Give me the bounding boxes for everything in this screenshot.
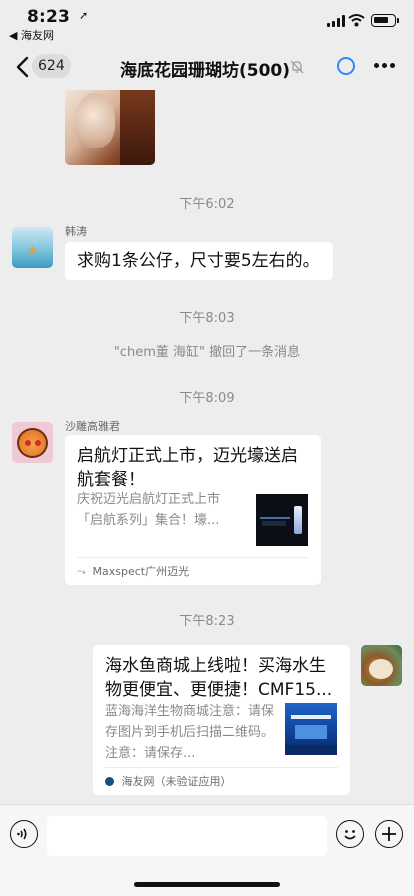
timestamp: 下午8:23 xyxy=(179,614,235,629)
sender-name: 韩涛 xyxy=(65,225,87,238)
timestamp: 下午8:03 xyxy=(179,311,235,326)
card-source: ⤳ Maxspect广州迈光 xyxy=(77,557,309,585)
cartoon-avatar-icon xyxy=(17,428,48,458)
message-text: 求购1条公仔，尺寸要5左右的。 xyxy=(77,251,320,271)
card-thumbnail xyxy=(256,494,308,546)
text-message-bubble[interactable]: 求购1条公仔，尺寸要5左右的。 xyxy=(65,242,333,280)
avatar[interactable] xyxy=(12,422,53,463)
location-arrow-icon: ➚ xyxy=(79,9,89,22)
chat-message-list[interactable]: 下午6:02 ★ 韩涛 求购1条公仔，尺寸要5左右的。 下午8:03 "chem… xyxy=(0,90,414,804)
card-description: 蓝海海洋生物商城注意：请保存图片到手机后扫描二维码。注意：请保存... xyxy=(105,704,275,761)
link-card[interactable]: 启航灯正式上市，迈光壕送启航套餐！ 庆祝迈光启航灯正式上市「启航系列」集合！壕.… xyxy=(65,435,321,585)
emoji-icon[interactable] xyxy=(336,820,364,848)
recall-notice: "chem董 海缸" 撤回了一条消息 xyxy=(113,345,301,360)
status-time: 8:23 xyxy=(27,7,71,27)
sender-name: 沙雕高雅君 xyxy=(65,420,120,433)
message-input[interactable] xyxy=(47,816,327,856)
chat-header: 624 海底花园珊瑚坊(500) xyxy=(0,46,414,90)
home-indicator[interactable] xyxy=(134,882,280,887)
status-bar: 8:23 ➚ ◀ 海友网 xyxy=(0,0,414,46)
more-options-icon[interactable] xyxy=(374,63,396,69)
more-functions-plus-icon[interactable] xyxy=(375,820,403,848)
card-description: 庆祝迈光启航灯正式上市「启航系列」集合！壕... xyxy=(77,492,221,528)
app-logo-icon xyxy=(105,777,114,786)
avatar[interactable] xyxy=(361,645,402,686)
unread-count-badge[interactable]: 624 xyxy=(32,54,71,78)
cellular-signal-icon xyxy=(327,15,346,27)
card-source-name: Maxspect广州迈光 xyxy=(92,565,190,578)
timestamp: 下午6:02 xyxy=(179,197,235,212)
back-to-app-link[interactable]: ◀ 海友网 xyxy=(9,27,54,43)
chat-title: 海底花园珊瑚坊(500) xyxy=(120,61,291,81)
voice-input-icon[interactable] xyxy=(10,820,38,848)
card-title: 启航灯正式上市，迈光壕送启航套餐！ xyxy=(77,446,298,490)
avatar[interactable]: ★ xyxy=(12,227,53,268)
wifi-icon xyxy=(348,14,365,27)
battery-icon xyxy=(371,14,399,27)
card-thumbnail xyxy=(285,703,337,755)
mini-program-circle-icon[interactable] xyxy=(337,57,355,75)
mute-bell-icon xyxy=(290,60,304,74)
pet-avatar-icon xyxy=(369,659,393,679)
card-title: 海水鱼商城上线啦！买海水生物更便宜、更便捷！CMF15... xyxy=(105,656,333,700)
link-icon: ⤳ xyxy=(77,565,86,578)
timestamp: 下午8:09 xyxy=(179,391,235,406)
back-chevron-icon[interactable] xyxy=(14,55,34,79)
image-message[interactable] xyxy=(65,90,155,165)
card-source-name: 海友网（未验证应用） xyxy=(121,775,232,788)
starfish-icon: ★ xyxy=(26,243,39,259)
link-card[interactable]: 海水鱼商城上线啦！买海水生物更便宜、更便捷！CMF15... 蓝海海洋生物商城注… xyxy=(93,645,350,795)
card-source: 海友网（未验证应用） xyxy=(105,767,338,795)
